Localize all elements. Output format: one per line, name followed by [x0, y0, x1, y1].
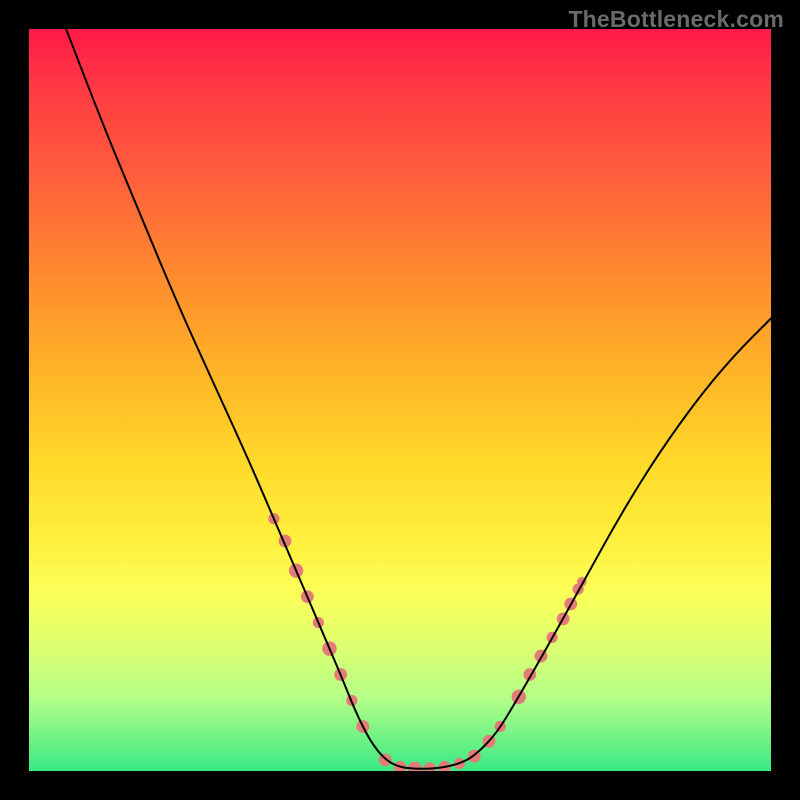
chart-svg [29, 29, 771, 771]
plot-area [29, 29, 771, 771]
scatter-points [268, 513, 586, 771]
chart-frame: TheBottleneck.com [0, 0, 800, 800]
curve-path [66, 29, 771, 769]
watermark-text: TheBottleneck.com [568, 6, 784, 33]
